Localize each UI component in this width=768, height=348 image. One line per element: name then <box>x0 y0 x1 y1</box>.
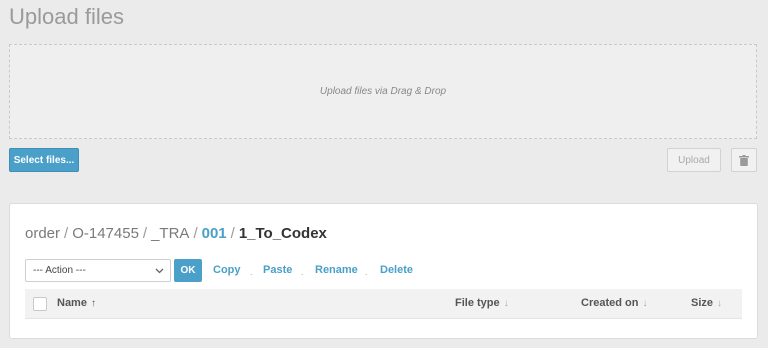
select-all-checkbox[interactable] <box>33 297 47 311</box>
breadcrumb: order / O-147455/_TRA/001/1_To_Codex <box>25 225 327 242</box>
action-select-value: --- Action --- <box>33 265 86 276</box>
column-label: File type <box>455 297 500 309</box>
sort-arrow-up-icon: ↑ <box>90 298 96 309</box>
breadcrumb-item[interactable]: order <box>25 225 60 242</box>
column-label: Name <box>57 297 87 309</box>
delete-upload-button[interactable] <box>731 148 757 172</box>
paste-link[interactable]: Paste <box>263 264 292 276</box>
separator-dot: . <box>365 267 368 277</box>
dropzone[interactable]: Upload files via Drag & Drop <box>9 44 757 139</box>
rename-link[interactable]: Rename <box>315 264 358 276</box>
ok-button[interactable]: OK <box>174 259 202 282</box>
select-files-button[interactable]: Select files... <box>9 148 79 172</box>
sort-arrow-down-icon: ↓ <box>642 298 648 309</box>
separator-dot: . <box>301 267 304 277</box>
breadcrumb-separator: / <box>64 225 69 242</box>
action-select[interactable]: --- Action --- <box>25 259 171 282</box>
copy-link[interactable]: Copy <box>213 264 241 276</box>
delete-link[interactable]: Delete <box>380 264 413 276</box>
breadcrumb-separator: / <box>230 225 235 242</box>
sort-arrow-down-icon: ↓ <box>717 298 723 309</box>
upload-button[interactable]: Upload <box>667 148 721 172</box>
column-created-on[interactable]: Created on ↓ <box>581 297 647 309</box>
breadcrumb-item[interactable]: O-147455 <box>72 225 139 242</box>
breadcrumb-separator: / <box>193 225 198 242</box>
sort-arrow-down-icon: ↓ <box>503 298 509 309</box>
column-file-type[interactable]: File type ↓ <box>455 297 509 309</box>
table-header: Name ↑ File type ↓ Created on ↓ Size ↓ <box>25 289 742 319</box>
breadcrumb-current: 1_To_Codex <box>238 225 327 242</box>
breadcrumb-item[interactable]: _TRA <box>151 225 189 242</box>
separator-dot: . <box>250 267 253 277</box>
page-title: Upload files <box>9 4 124 29</box>
dropzone-hint: Upload files via Drag & Drop <box>319 86 447 97</box>
column-name[interactable]: Name ↑ <box>57 297 96 309</box>
breadcrumb-separator: / <box>142 225 148 242</box>
column-label: Size <box>691 297 714 309</box>
chevron-down-icon <box>155 268 164 274</box>
column-size[interactable]: Size ↓ <box>691 297 722 309</box>
column-label: Created on <box>581 297 639 309</box>
breadcrumb-link[interactable]: 001 <box>202 225 227 242</box>
trash-icon <box>739 154 749 166</box>
file-browser-panel: order / O-147455/_TRA/001/1_To_Codex --- A… <box>9 203 758 339</box>
